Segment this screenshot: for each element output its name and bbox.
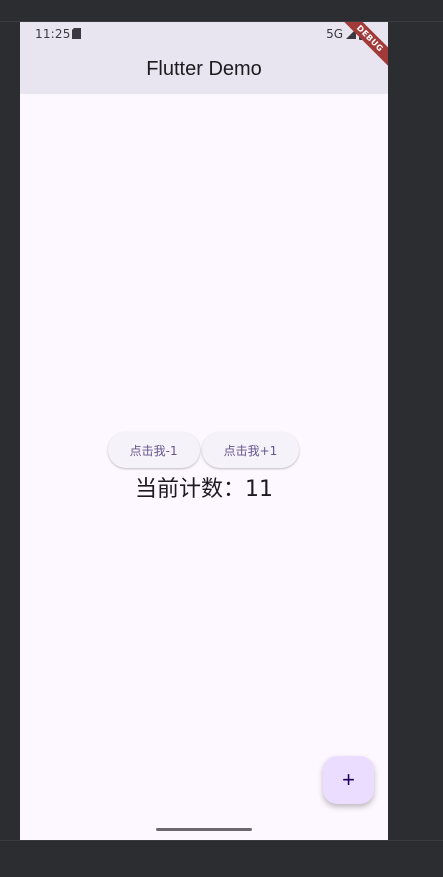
network-type: 5G: [326, 27, 343, 41]
counter-text: 当前计数：11: [135, 477, 273, 502]
button-row: 点击我-1 点击我+1: [107, 432, 300, 468]
main-content: 点击我-1 点击我+1 当前计数：11: [20, 432, 388, 508]
app-bar: Flutter Demo: [20, 46, 388, 94]
increment-button[interactable]: 点击我+1: [201, 432, 300, 468]
sim-card-icon: [72, 28, 81, 39]
phone-screen: 11:25 5G Flutter Demo DEBUG 点击我-1 点击我+1 …: [20, 22, 388, 840]
app-title: Flutter Demo: [146, 57, 262, 80]
emulator-top-bar: [0, 0, 443, 22]
status-indicators: 5G: [326, 27, 366, 41]
signal-icon: [346, 29, 356, 39]
add-icon: +: [342, 767, 355, 792]
home-indicator: [156, 828, 252, 831]
battery-icon: [359, 28, 366, 40]
emulator-bottom-bar: [0, 840, 443, 877]
status-bar: 11:25 5G: [20, 22, 388, 46]
add-fab-button[interactable]: +: [323, 756, 374, 804]
status-time: 11:25: [35, 27, 71, 41]
decrement-button[interactable]: 点击我-1: [107, 432, 200, 468]
